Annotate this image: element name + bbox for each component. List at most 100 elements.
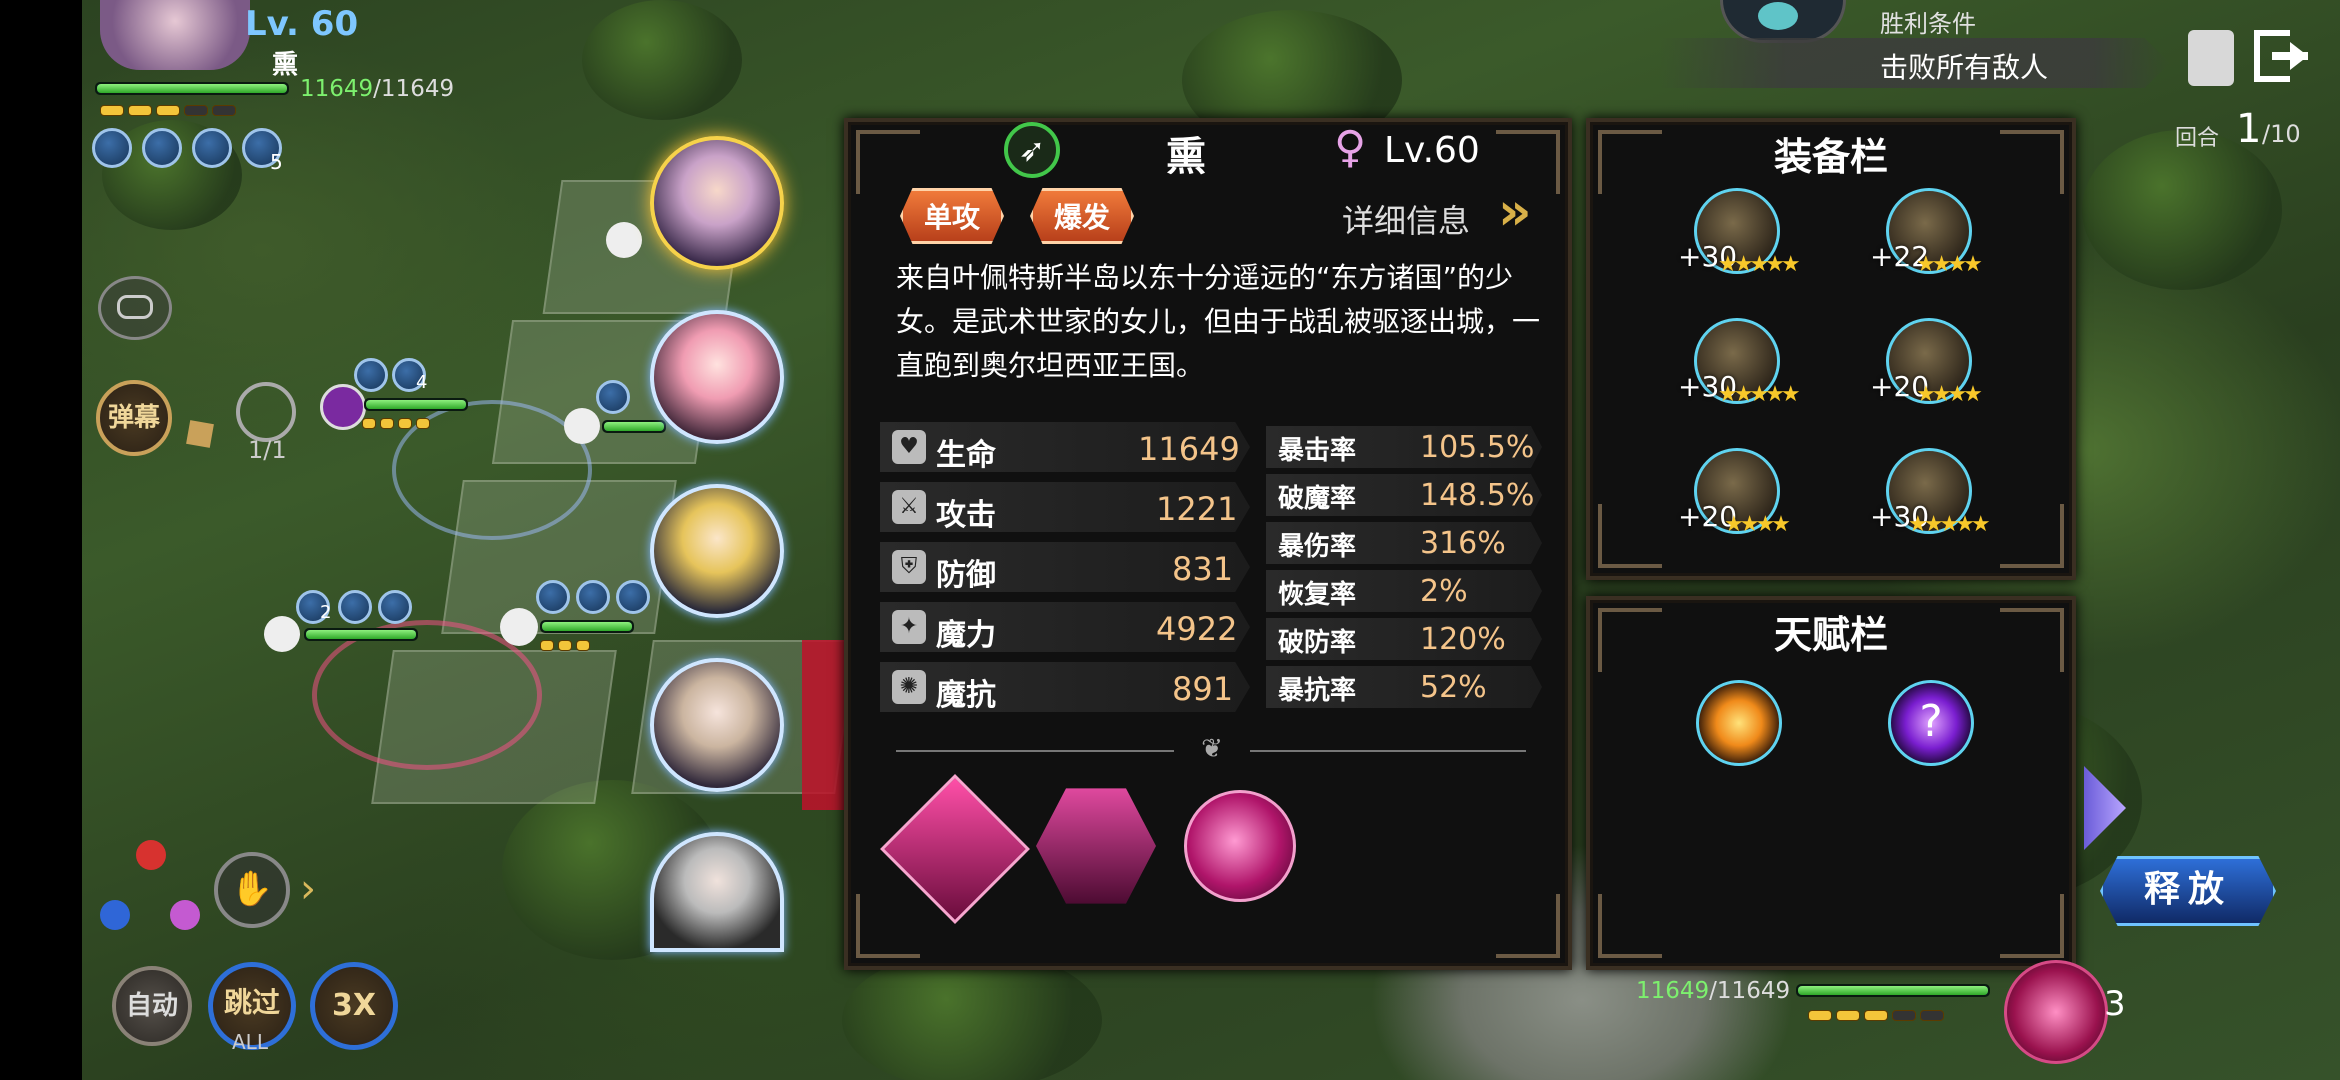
bush-decoration <box>2082 130 2282 290</box>
party-portrait[interactable] <box>650 484 784 618</box>
active-skill-icon[interactable] <box>2004 960 2108 1064</box>
stat-row-hp: ♥ 生命 11649 <box>880 422 1250 472</box>
skill-slash-icon[interactable] <box>880 774 1030 924</box>
heart-icon: ♥ <box>892 430 926 464</box>
tag-row: 单攻 爆发 <box>900 188 1200 244</box>
stat-row-magic-resist: ✺ 魔抗 891 <box>880 662 1250 712</box>
timer-count: 1/1 <box>248 436 287 464</box>
round-current: 1 <box>2236 106 2262 152</box>
stat-row-crit-rate: 暴击率 105.5% <box>1266 426 1542 468</box>
stat-row-crit-resist: 暴抗率 52% <box>1266 666 1542 708</box>
mystery-talent-icon[interactable]: ? <box>1888 680 1974 766</box>
stat-row-recovery: 恢复率 2% <box>1266 570 1542 612</box>
sword-icon <box>264 616 300 652</box>
round-total: /10 <box>2262 120 2301 148</box>
skill-charge-count: 3 <box>2104 984 2126 1024</box>
buff-stack-count: 2 <box>320 602 332 623</box>
shield-icon: ⛨ <box>892 550 926 584</box>
tag-single-target: 单攻 <box>900 188 1004 244</box>
buff-icon <box>378 590 412 624</box>
class-icon <box>320 384 366 430</box>
stat-row-crit-damage: 暴伤率 316% <box>1266 522 1542 564</box>
sword-icon <box>606 222 642 258</box>
equip-stars: ★★★★ <box>1916 252 1983 277</box>
equip-stars: ★★★★ <box>1916 382 1983 407</box>
character-info-panel: ➶ 熏 ♀ Lv.60 单攻 爆发 详细信息 » 来自叶佩特斯半岛以东十分遥远的… <box>844 118 1572 970</box>
character-name: 熏 <box>1166 134 1206 180</box>
party-portrait[interactable] <box>650 658 784 792</box>
win-condition-title: 胜利条件 <box>1880 10 1976 38</box>
bush-decoration <box>582 0 742 120</box>
hero-name: 熏 <box>272 50 299 80</box>
party-portrait[interactable] <box>650 310 784 444</box>
element-triangle[interactable] <box>100 840 210 940</box>
sword-icon: ⚔ <box>892 490 926 524</box>
buff-icon[interactable] <box>142 128 182 168</box>
stat-row-armor-pierce: 破防率 120% <box>1266 618 1542 660</box>
win-condition-text: 击败所有敌人 <box>1880 51 2049 84</box>
speed-button[interactable]: 3X <box>310 962 398 1050</box>
hero-hp-bar <box>95 82 289 95</box>
active-hp-bar <box>1796 984 1990 997</box>
skill-spear-icon[interactable] <box>1036 786 1156 906</box>
character-level: Lv.60 <box>1384 130 1480 171</box>
hero-level: Lv. 60 <box>245 4 359 44</box>
fire-element-icon <box>136 840 166 870</box>
edit-icon[interactable] <box>186 420 214 448</box>
active-energy-pips <box>1808 1006 1948 1025</box>
skip-all-label: ALL <box>232 1030 268 1054</box>
chat-icon[interactable] <box>98 276 172 340</box>
water-element-icon <box>100 900 130 930</box>
female-icon: ♀ <box>1334 122 1367 173</box>
skip-label: 跳过 <box>223 986 280 1019</box>
release-button[interactable]: 释放 <box>2100 856 2276 926</box>
equip-stars: ★★★★★ <box>1718 252 1801 277</box>
quest-scroll-icon[interactable] <box>2188 30 2234 86</box>
detail-info-link[interactable]: 详细信息 <box>1342 196 1470 242</box>
debuff-icon[interactable] <box>92 128 132 168</box>
bow-class-icon: ➶ <box>1004 122 1060 178</box>
stat-row-defense: ⛨ 防御 831 <box>880 542 1250 592</box>
buff-icon <box>536 580 570 614</box>
chevron-right-icon[interactable]: » <box>1498 182 1532 242</box>
buff-icon <box>354 358 388 392</box>
character-description: 来自叶佩特斯半岛以东十分遥远的“东方诸国”的少女。是武术世家的女儿，但由于战乱被… <box>896 261 1541 382</box>
magic-resist-icon: ✺ <box>892 670 926 704</box>
eye-icon[interactable] <box>192 128 232 168</box>
active-hp-text: 11649/11649 <box>1636 978 1791 1004</box>
handshake-icon[interactable]: ✋ <box>214 852 290 928</box>
eye-icon <box>616 580 650 614</box>
win-condition-banner: 击败所有敌人 <box>1660 38 2170 88</box>
hero-hp-text: 11649/11649 <box>300 76 455 102</box>
equip-stars: ★★★★ <box>1724 512 1791 537</box>
equipment-panel: 装备栏 +30 ★★★★★ +22 ★★★★ +30 ★★★★★ +20 ★★★… <box>1586 118 2076 580</box>
chevron-right-icon[interactable]: › <box>300 866 316 912</box>
equip-stars: ★★★★★ <box>1908 512 1991 537</box>
party-portrait-kaoru[interactable] <box>650 136 784 270</box>
equipment-title: 装备栏 <box>1773 135 1888 179</box>
sword-icon <box>564 408 600 444</box>
buff-icon <box>338 590 372 624</box>
skill-warrior-icon[interactable] <box>1180 786 1300 906</box>
equip-stars: ★★★★★ <box>1718 382 1801 407</box>
danmaku-button[interactable]: 弹幕 <box>96 380 172 456</box>
tag-burst: 爆发 <box>1030 188 1134 244</box>
bow-icon <box>500 608 538 646</box>
divider-ornament: ❦ <box>1174 734 1250 764</box>
burst-talent-icon[interactable] <box>1696 680 1782 766</box>
buff-stack-count: 4 <box>416 372 428 393</box>
buff-stack-count: 5 <box>270 150 283 174</box>
stat-row-attack: ⚔ 攻击 1221 <box>880 482 1250 532</box>
buff-icon <box>596 380 630 414</box>
round-label: 回合 <box>2175 126 2220 151</box>
exit-icon[interactable] <box>2254 30 2310 86</box>
stat-row-magic: ✦ 魔力 4922 <box>880 602 1250 652</box>
magic-staff-icon: ✦ <box>892 610 926 644</box>
hero-avatar[interactable] <box>100 0 250 70</box>
timer-icon[interactable] <box>236 382 296 442</box>
auto-button[interactable]: 自动 <box>112 966 192 1046</box>
talent-panel: 天赋栏 ? <box>1586 596 2076 970</box>
wind-element-icon <box>170 900 200 930</box>
talent-title: 天赋栏 <box>1773 613 1888 657</box>
hero-energy-pips <box>100 101 240 120</box>
